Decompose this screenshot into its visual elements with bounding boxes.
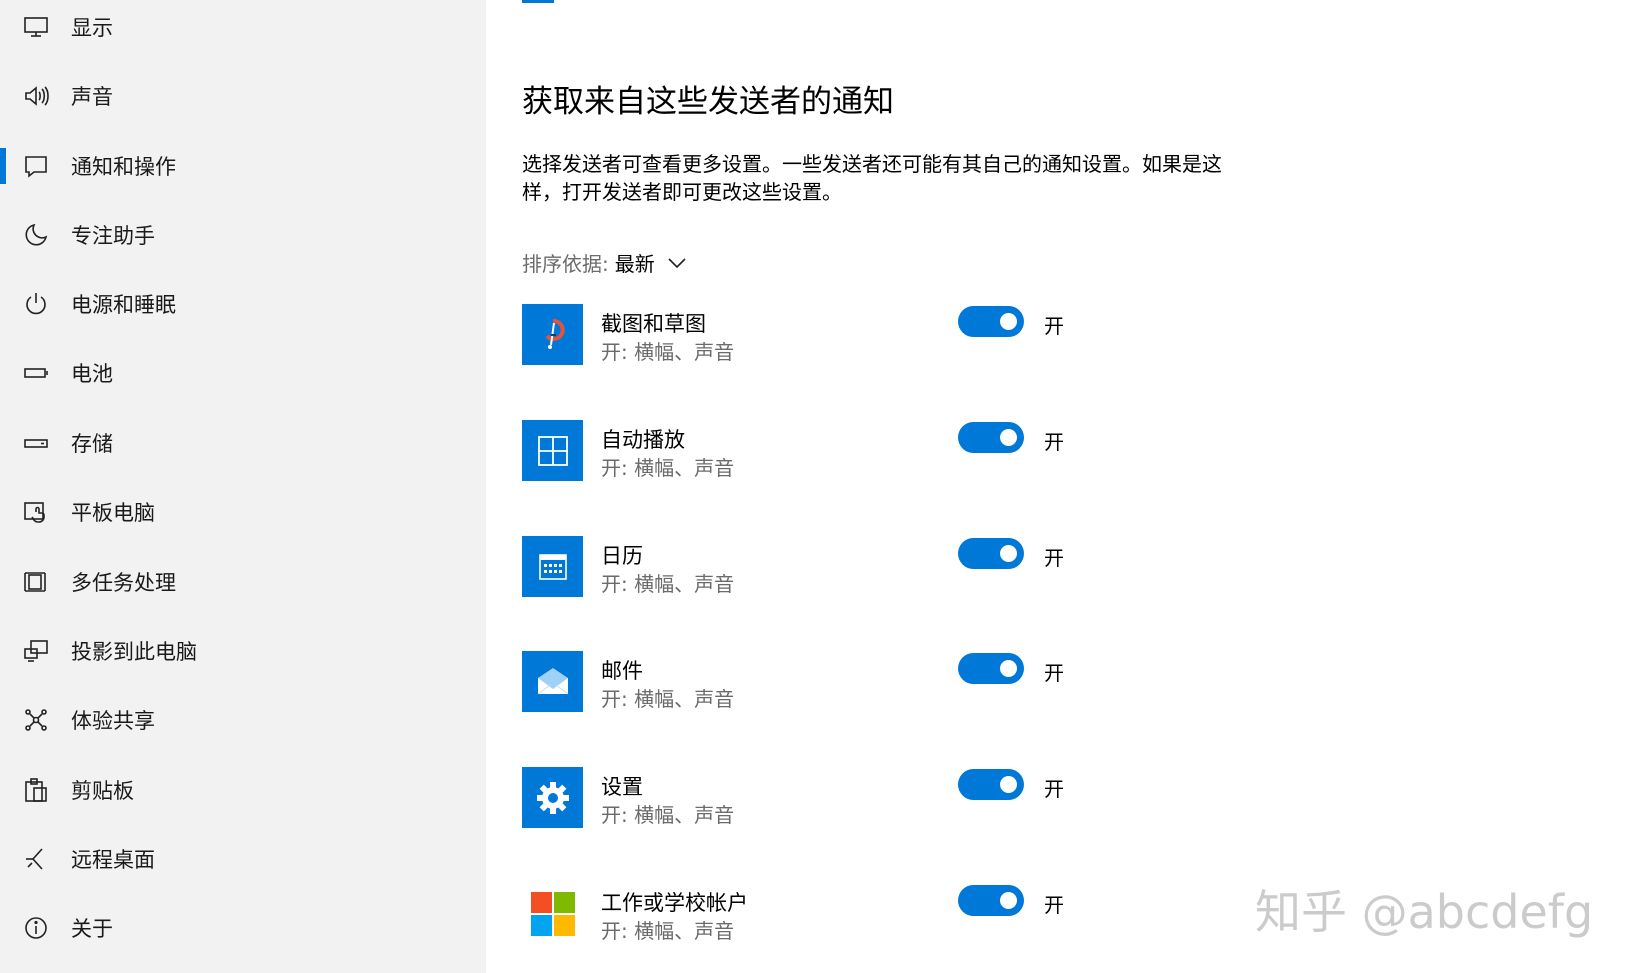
sidebar-item-clipboard[interactable]: 剪贴板 [0,767,486,813]
tablet-icon [22,498,50,526]
sender-status-detail: 开: 横幅、声音 [601,456,735,480]
sidebar-item-display[interactable]: 显示 [0,4,486,50]
toggle-settings[interactable] [958,769,1024,800]
sidebar-item-label: 关于 [71,917,113,941]
sender-name: 邮件 [601,659,643,683]
sidebar-item-label: 多任务处理 [71,571,176,595]
sidebar-item-focus-assist[interactable]: 专注助手 [0,212,486,258]
sidebar-item-multitasking[interactable]: 多任务处理 [0,559,486,605]
sender-name: 截图和草图 [601,312,706,336]
sidebar-item-label: 平板电脑 [71,501,155,525]
share-icon [22,706,50,734]
info-icon [22,914,50,942]
mail-icon [522,651,583,712]
sender-status-detail: 开: 横幅、声音 [601,803,735,827]
sort-value: 最新 [614,252,655,276]
toggle-snip-sketch[interactable] [958,306,1024,337]
sidebar-item-label: 通知和操作 [71,155,176,179]
section-title: 获取来自这些发送者的通知 [522,84,894,120]
sender-status-detail: 开: 横幅、声音 [601,919,735,943]
toggle-state-label: 开 [1044,314,1064,338]
project-icon [22,637,50,665]
sender-status-detail: 开: 横幅、声音 [601,572,735,596]
sidebar-item-label: 远程桌面 [71,848,155,872]
toggle-knob [1000,892,1017,909]
clipboard-icon [22,776,50,804]
toggle-work-school-account[interactable] [958,885,1024,916]
notifications-main-pane: 获取来自这些发送者的通知 选择发送者可查看更多设置。一些发送者还可能有其自己的通… [486,0,1627,973]
sidebar-item-label: 剪贴板 [71,779,134,803]
sidebar-item-tablet[interactable]: 平板电脑 [0,489,486,535]
sidebar-item-label: 存储 [71,432,113,456]
chevron-down-icon [668,257,686,268]
settings-gear-icon [522,767,583,828]
sidebar-item-project[interactable]: 投影到此电脑 [0,628,486,674]
toggle-autoplay[interactable] [958,422,1024,453]
sidebar-item-about[interactable]: 关于 [0,905,486,951]
sidebar-item-storage[interactable]: 存储 [0,420,486,466]
settings-sidebar: 显示 声音 通知和操作 专注助手 电源和睡眠 电池 存储 平板电脑 多任务处理 … [0,0,486,973]
calendar-icon [522,536,583,597]
power-icon [22,290,50,318]
battery-icon [22,359,50,387]
toggle-state-label: 开 [1044,430,1064,454]
sidebar-item-sound[interactable]: 声音 [0,73,486,119]
toggle-calendar[interactable] [958,538,1024,569]
sender-name: 设置 [601,775,643,799]
moon-icon [22,221,50,249]
sort-label: 排序依据: [522,252,609,276]
toggle-knob [1000,429,1017,446]
sender-status-detail: 开: 横幅、声音 [601,687,735,711]
multitask-icon [22,568,50,596]
sidebar-item-shared-experiences[interactable]: 体验共享 [0,697,486,743]
sidebar-item-label: 体验共享 [71,709,155,733]
zhihu-watermark: 知乎 @abcdefg [1255,885,1594,939]
sidebar-item-notifications[interactable]: 通知和操作 [0,143,486,189]
sidebar-item-battery[interactable]: 电池 [0,350,486,396]
snip-sketch-icon [522,304,583,365]
sidebar-item-label: 声音 [71,85,113,109]
toggle-knob [1000,776,1017,793]
toggle-state-label: 开 [1044,546,1064,570]
toggle-state-label: 开 [1044,661,1064,685]
sender-status-detail: 开: 横幅、声音 [601,340,735,364]
message-icon [22,152,50,180]
toggle-mail[interactable] [958,653,1024,684]
toggle-state-label: 开 [1044,777,1064,801]
speaker-icon [22,82,50,110]
sidebar-item-remote-desktop[interactable]: 远程桌面 [0,836,486,882]
toggle-knob [1000,545,1017,562]
toggle-state-label: 开 [1044,893,1064,917]
toggle-knob [1000,660,1017,677]
sidebar-item-label: 电源和睡眠 [71,293,176,317]
sender-name: 日历 [601,544,643,568]
sidebar-item-power-sleep[interactable]: 电源和睡眠 [0,281,486,327]
sort-by-dropdown[interactable]: 排序依据: 最新 [522,248,687,277]
sidebar-item-label: 显示 [71,16,113,40]
autoplay-icon [522,420,583,481]
remote-desktop-icon [22,845,50,873]
drive-icon [22,429,50,457]
sender-name: 自动播放 [601,428,685,452]
scroll-accent-marker [522,0,554,3]
sidebar-item-label: 专注助手 [71,224,155,248]
section-description: 选择发送者可查看更多设置。一些发送者还可能有其自己的通知设置。如果是这样，打开发… [522,152,1222,204]
selected-indicator [0,148,6,184]
sidebar-item-label: 电池 [71,362,113,386]
windows-logo-icon [522,883,583,944]
sender-name: 工作或学校帐户 [601,891,748,915]
monitor-icon [22,13,50,41]
sidebar-item-label: 投影到此电脑 [71,640,197,664]
toggle-knob [1000,313,1017,330]
